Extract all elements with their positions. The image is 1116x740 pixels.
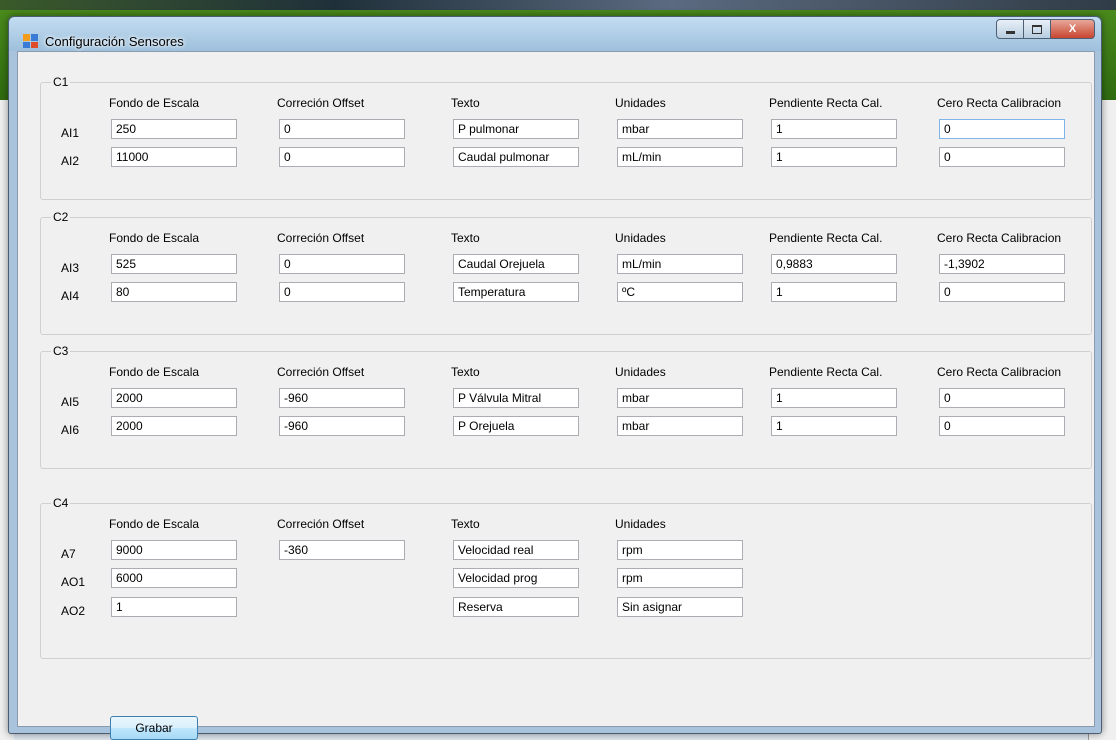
column-header: Texto bbox=[451, 517, 480, 531]
offset-textbox[interactable]: 0 bbox=[279, 282, 405, 302]
column-header: Pendiente Recta Cal. bbox=[769, 365, 883, 379]
background-taskbar-strip bbox=[0, 0, 1116, 10]
offset-textbox[interactable]: 0 bbox=[279, 147, 405, 167]
unidades-textbox[interactable]: rpm bbox=[617, 540, 743, 560]
channel-label: AI4 bbox=[61, 289, 80, 303]
form-client-area: C1 Fondo de Escala Correción Offset Texto Un… bbox=[17, 51, 1095, 740]
fondo-textbox[interactable]: 525 bbox=[111, 254, 237, 274]
fondo-textbox[interactable]: 2000 bbox=[111, 388, 237, 408]
pendiente-textbox[interactable]: 1 bbox=[771, 416, 897, 436]
channel-label: AO1 bbox=[61, 575, 86, 589]
column-header: Correción Offset bbox=[277, 517, 365, 531]
texto-textbox[interactable]: Caudal Orejuela bbox=[453, 254, 579, 274]
group-legend: C4 bbox=[51, 496, 71, 510]
column-header: Unidades bbox=[615, 96, 666, 110]
column-header: Cero Recta Calibracion bbox=[937, 231, 1062, 245]
cero-textbox[interactable]: 0 bbox=[939, 119, 1065, 139]
texto-textbox[interactable]: Velocidad prog bbox=[453, 568, 579, 588]
texto-textbox[interactable]: Temperatura bbox=[453, 282, 579, 302]
texto-textbox[interactable]: P pulmonar bbox=[453, 119, 579, 139]
column-header: Unidades bbox=[615, 231, 666, 245]
fondo-textbox[interactable]: 11000 bbox=[111, 147, 237, 167]
unidades-textbox[interactable]: mbar bbox=[617, 388, 743, 408]
unidades-textbox[interactable]: rpm bbox=[617, 568, 743, 588]
group-c4: C4 Fondo de Escala Correción Offset Texto Un… bbox=[40, 496, 1092, 659]
channel-label: AI6 bbox=[61, 423, 80, 437]
group-c2: C2 Fondo de Escala Correción Offset Texto Un… bbox=[40, 210, 1092, 335]
texto-textbox[interactable]: Reserva bbox=[453, 597, 579, 617]
group-legend: C1 bbox=[51, 75, 71, 89]
cero-textbox[interactable]: 0 bbox=[939, 282, 1065, 302]
column-header: Unidades bbox=[615, 365, 666, 379]
channel-label: AI5 bbox=[61, 395, 80, 409]
fondo-textbox[interactable]: 80 bbox=[111, 282, 237, 302]
cero-textbox[interactable]: 0 bbox=[939, 147, 1065, 167]
cero-textbox[interactable]: -1,3902 bbox=[939, 254, 1065, 274]
fondo-textbox[interactable]: 1 bbox=[111, 597, 237, 617]
close-button[interactable]: X bbox=[1050, 19, 1095, 39]
unidades-textbox[interactable]: mbar bbox=[617, 119, 743, 139]
minimize-icon bbox=[1005, 30, 1015, 34]
column-header: Fondo de Escala bbox=[109, 365, 200, 379]
column-header: Texto bbox=[451, 231, 480, 245]
column-header: Cero Recta Calibracion bbox=[937, 365, 1062, 379]
column-header: Texto bbox=[451, 96, 480, 110]
column-header: Pendiente Recta Cal. bbox=[769, 231, 883, 245]
app-icon bbox=[23, 34, 38, 48]
pendiente-textbox[interactable]: 1 bbox=[771, 119, 897, 139]
minimize-button[interactable] bbox=[996, 19, 1024, 39]
grabar-button[interactable]: Grabar bbox=[110, 716, 198, 740]
group-c3: C3 Fondo de Escala Correción Offset Texto Un… bbox=[40, 344, 1092, 469]
offset-textbox[interactable]: 0 bbox=[279, 254, 405, 274]
pendiente-textbox[interactable]: 1 bbox=[771, 147, 897, 167]
column-header: Cero Recta Calibracion bbox=[937, 96, 1062, 110]
column-header: Texto bbox=[451, 365, 480, 379]
channel-label: AI2 bbox=[61, 154, 80, 168]
texto-textbox[interactable]: P Válvula Mitral bbox=[453, 388, 579, 408]
close-icon: X bbox=[1068, 23, 1077, 35]
column-header: Pendiente Recta Cal. bbox=[769, 96, 883, 110]
unidades-textbox[interactable]: Sin asignar bbox=[617, 597, 743, 617]
group-legend: C3 bbox=[51, 344, 71, 358]
texto-textbox[interactable]: P Orejuela bbox=[453, 416, 579, 436]
offset-textbox[interactable]: 0 bbox=[279, 119, 405, 139]
window-controls: X bbox=[996, 19, 1095, 39]
window-title: Configuración Sensores bbox=[45, 34, 184, 49]
offset-textbox[interactable]: -960 bbox=[279, 416, 405, 436]
cero-textbox[interactable]: 0 bbox=[939, 416, 1065, 436]
channel-label: A7 bbox=[61, 547, 76, 561]
column-header: Correción Offset bbox=[277, 231, 365, 245]
configuracion-sensores-window: Configuración Sensores X C1 Fondo de Esca… bbox=[8, 16, 1102, 740]
group-c1: C1 Fondo de Escala Correción Offset Texto Un… bbox=[40, 75, 1092, 200]
group-legend: C2 bbox=[51, 210, 71, 224]
unidades-textbox[interactable]: ºC bbox=[617, 282, 743, 302]
channel-label: AO2 bbox=[61, 604, 86, 618]
channel-label: AI1 bbox=[61, 126, 80, 140]
column-header: Fondo de Escala bbox=[109, 96, 200, 110]
unidades-textbox[interactable]: mL/min bbox=[617, 147, 743, 167]
cero-textbox[interactable]: 0 bbox=[939, 388, 1065, 408]
pendiente-textbox[interactable]: 1 bbox=[771, 282, 897, 302]
column-header: Correción Offset bbox=[277, 96, 365, 110]
texto-textbox[interactable]: Velocidad real bbox=[453, 540, 579, 560]
fondo-textbox[interactable]: 2000 bbox=[111, 416, 237, 436]
fondo-textbox[interactable]: 6000 bbox=[111, 568, 237, 588]
column-header: Correción Offset bbox=[277, 365, 365, 379]
column-header: Fondo de Escala bbox=[109, 231, 200, 245]
column-header: Unidades bbox=[615, 517, 666, 531]
pendiente-textbox[interactable]: 0,9883 bbox=[771, 254, 897, 274]
channel-label: AI3 bbox=[61, 261, 80, 275]
column-header: Fondo de Escala bbox=[109, 517, 200, 531]
maximize-button[interactable] bbox=[1023, 19, 1051, 39]
maximize-icon bbox=[1032, 24, 1042, 34]
fondo-textbox[interactable]: 250 bbox=[111, 119, 237, 139]
fondo-textbox[interactable]: 9000 bbox=[111, 540, 237, 560]
texto-textbox[interactable]: Caudal pulmonar bbox=[453, 147, 579, 167]
pendiente-textbox[interactable]: 1 bbox=[771, 388, 897, 408]
unidades-textbox[interactable]: mbar bbox=[617, 416, 743, 436]
title-bar[interactable]: Configuración Sensores X bbox=[9, 17, 1101, 51]
offset-textbox[interactable]: -960 bbox=[279, 388, 405, 408]
unidades-textbox[interactable]: mL/min bbox=[617, 254, 743, 274]
offset-textbox[interactable]: -360 bbox=[279, 540, 405, 560]
